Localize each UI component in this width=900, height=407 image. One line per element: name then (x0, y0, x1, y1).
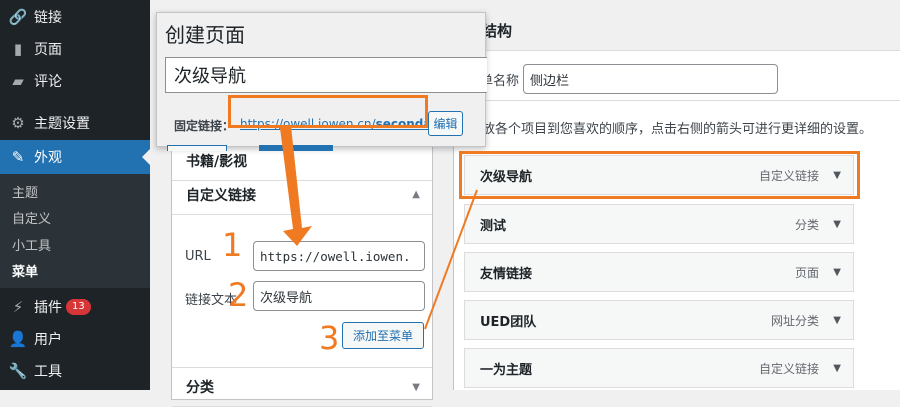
admin-sidebar: 🔗 链接 ▮ 页面 ▰ 评论 ⚙ 主题设置 ✎ 外观 主题 自定义 小工具 菜单… (0, 0, 150, 390)
submenu-item-themes[interactable]: 主题 (12, 182, 38, 201)
step-number-1: 1 (222, 226, 243, 264)
sidebar-item-links[interactable]: 🔗 链接 (0, 0, 150, 34)
menu-item-row[interactable]: 一为主题 自定义链接 ▼ (464, 348, 854, 388)
add-to-menu-button[interactable]: 添加至菜单 (342, 322, 424, 349)
categories-section-header[interactable]: 分类 ▼ (172, 367, 432, 407)
update-count-badge: 13 (66, 299, 91, 315)
menu-item-row[interactable]: 友情链接 页面 ▼ (464, 252, 854, 292)
page-icon: ▮ (13, 40, 23, 58)
sidebar-item-tools[interactable]: 🔧 工具 (0, 354, 150, 388)
new-menu-item-highlight-box (459, 151, 860, 199)
sidebar-item-comments[interactable]: ▰ 评论 (0, 64, 150, 98)
sidebar-item-pages[interactable]: ▮ 页面 (0, 32, 150, 66)
plugin-icon: ⚡ (12, 298, 24, 316)
step-number-3: 3 (319, 319, 340, 357)
caret-down-icon[interactable]: ▼ (833, 267, 841, 278)
menu-name-input[interactable]: 侧边栏 (523, 64, 778, 94)
sidebar-item-users[interactable]: 👤 用户 (0, 322, 150, 356)
sidebar-item-plugins[interactable]: ⚡ 插件 13 (0, 290, 150, 324)
expand-arrow-icon[interactable]: ▼ (412, 382, 420, 393)
menu-instructions: 放各个项目到您喜欢的顺序，点击右侧的箭头可进行更详细的设置。 (482, 122, 873, 137)
wrench-icon: 🔧 (8, 362, 28, 380)
sidebar-item-theme-settings[interactable]: ⚙ 主题设置 (0, 106, 150, 140)
caret-down-icon[interactable]: ▼ (833, 219, 841, 230)
step-number-2: 2 (228, 276, 249, 314)
submenu-item-widgets[interactable]: 小工具 (12, 235, 51, 254)
url-input[interactable]: https://owell.iowen. (253, 241, 425, 271)
permalink-highlight-box (228, 95, 428, 128)
link-text-input[interactable]: 次级导航 (253, 281, 425, 311)
comment-icon: ▰ (12, 72, 24, 90)
url-label: URL (185, 249, 211, 264)
menu-item-row[interactable]: 测试 分类 ▼ (464, 204, 854, 244)
popup-title: 创建页面 (165, 23, 245, 47)
popup-secondary-button-edge (167, 145, 227, 151)
menu-structure-heading: 结构 (482, 22, 513, 40)
divider (454, 100, 900, 101)
menu-item-row[interactable]: UED团队 网址分类 ▼ (464, 300, 854, 340)
page-title-input[interactable]: 次级导航 (165, 57, 487, 93)
collapse-arrow-icon[interactable]: ▲ (412, 189, 420, 200)
caret-down-icon[interactable]: ▼ (833, 363, 841, 374)
sidebar-item-appearance[interactable]: ✎ 外观 (0, 140, 150, 174)
paintbrush-icon: ✎ (11, 148, 25, 166)
appearance-submenu: 主题 自定义 小工具 菜单 (0, 174, 150, 288)
gear-icon: ⚙ (11, 114, 25, 132)
submenu-item-customize[interactable]: 自定义 (12, 208, 51, 227)
popup-primary-button-edge (259, 145, 333, 151)
edit-permalink-button[interactable]: 编辑 (428, 111, 463, 136)
permalink-label: 固定链接： (174, 119, 235, 133)
submenu-item-menus[interactable]: 菜单 (12, 261, 38, 280)
add-menu-items-panel: 书籍/影视 自定义链接 ▲ URL https://owell.iowen. 链… (171, 140, 433, 407)
link-icon: 🔗 (8, 8, 28, 26)
custom-links-section-header[interactable]: 自定义链接 ▲ (172, 175, 432, 215)
user-icon: 👤 (8, 330, 28, 348)
caret-down-icon[interactable]: ▼ (833, 315, 841, 326)
